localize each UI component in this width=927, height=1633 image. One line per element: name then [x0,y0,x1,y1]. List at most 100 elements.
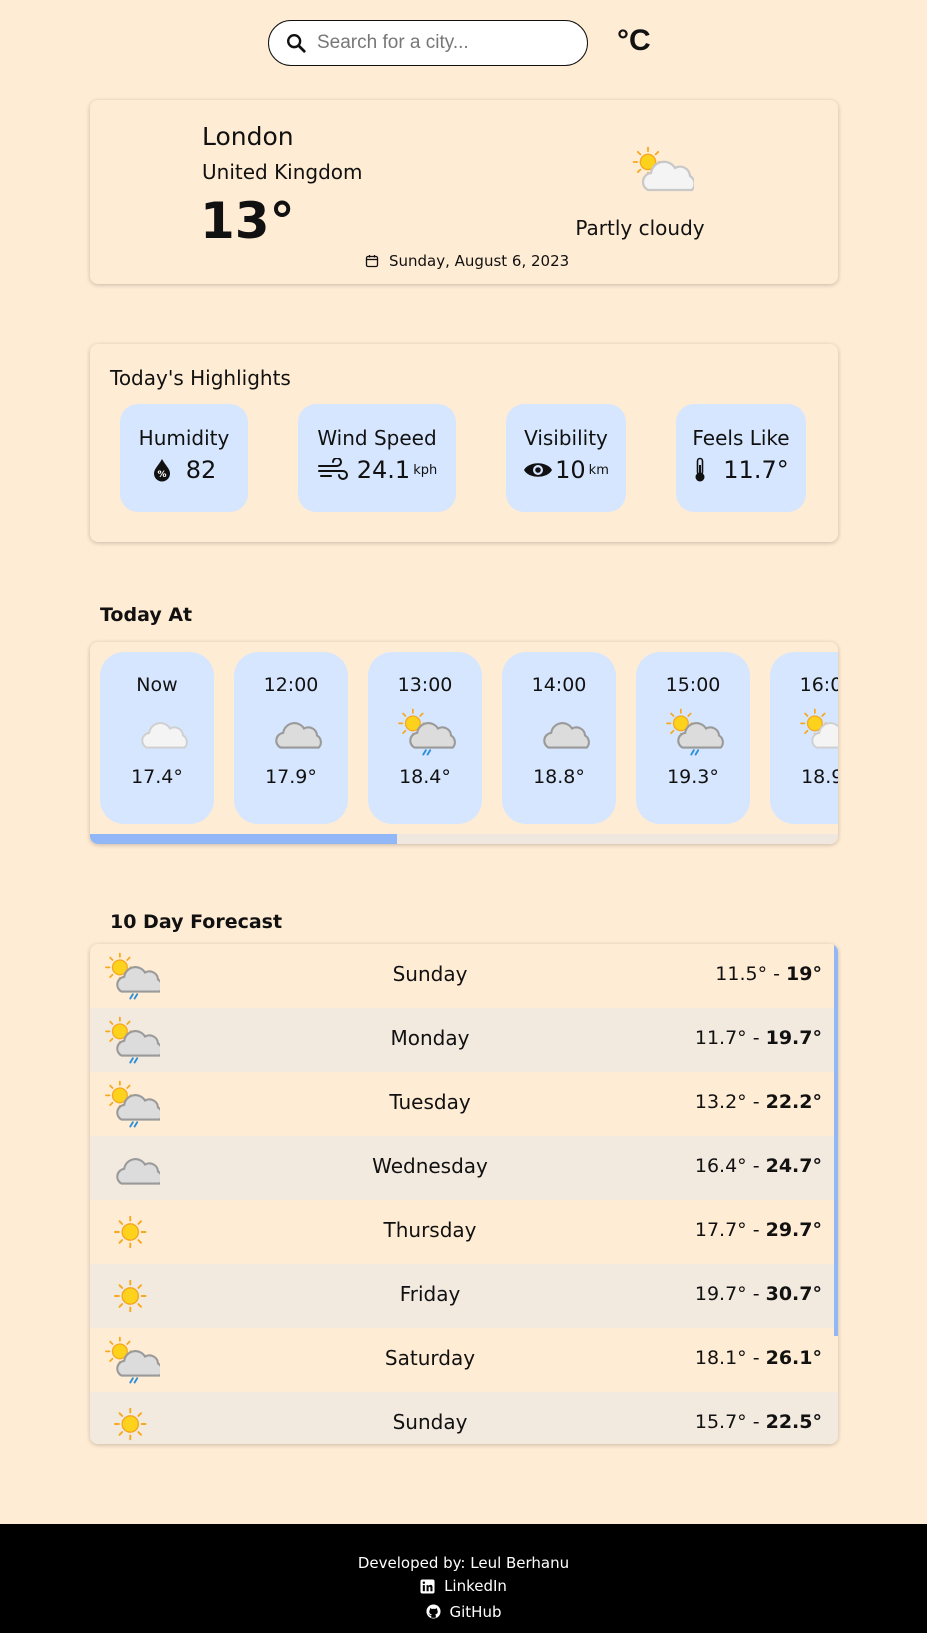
forecast-low: 11.7° [694,1027,747,1049]
forecast-title: 10 Day Forecast [110,911,283,933]
forecast-day: Friday [399,1282,461,1306]
highlights-card: Today's Highlights Humidity % 82 Wind Sp… [90,344,838,542]
hourly-item: 16:00 18.9° [770,652,838,824]
forecast-high: 29.7° [765,1219,822,1241]
forecast-row: Wednesday 16.4° - 24.7° [90,1136,838,1200]
feels-like-value: 11.7° [723,456,789,484]
github-icon [425,1604,441,1619]
hourly-temp: 18.4° [399,766,451,788]
hourly-time: 14:00 [531,674,587,696]
forecast-row: Tuesday 13.2° - 22.2° [90,1072,838,1136]
hourly-temp: 17.4° [131,766,183,788]
calendar-icon [365,255,379,268]
hourly-item: 14:00 18.8° [502,652,616,824]
sun-rain-icon [398,708,456,756]
wind-speed-value: 24.1 [356,456,411,484]
sun-icon [114,1279,147,1313]
partly-cloudy-icon [800,708,838,749]
hourly-time: Now [136,674,178,696]
hourly-temp: 19.3° [667,766,719,788]
search-input[interactable] [317,32,567,54]
overcast-icon [275,722,322,749]
hourly-time: 15:00 [665,674,721,696]
github-link[interactable]: GitHub [425,1603,501,1621]
forecast-low: 18.1° [694,1347,747,1369]
forecast-row: Saturday 18.1° - 26.1° [90,1328,838,1392]
current-date: Sunday, August 6, 2023 [365,252,569,270]
sun-rain-icon [105,1336,163,1384]
overcast-icon [116,1158,163,1185]
forecast-day: Tuesday [389,1090,471,1114]
feels-like-tile: Feels Like 11.7° [676,404,806,512]
hourly-temp: 17.9° [265,766,317,788]
forecast-range: 13.2° - 22.2° [694,1091,822,1113]
hourly-item: Now 17.4° [100,652,214,824]
forecast-high: 22.5° [765,1411,822,1433]
ten-day-forecast-list[interactable]: Sunday 11.5° - 19° Monday 11.7° - 19.7° Tues… [90,944,838,1444]
forecast-day: Wednesday [372,1154,488,1178]
forecast-row: Thursday 17.7° - 29.7° [90,1200,838,1264]
hourly-scrollbar[interactable] [90,834,838,844]
forecast-low: 13.2° [694,1091,747,1113]
humidity-drop-icon: % [153,459,170,482]
linkedin-icon [420,1578,435,1594]
partly-cloudy-icon [632,146,694,192]
date-text: Sunday, August 6, 2023 [389,252,570,270]
visibility-value: 10 [555,456,586,484]
hourly-item: 15:00 19.3° [636,652,750,824]
overcast-icon [543,722,590,749]
forecast-day: Thursday [383,1218,477,1242]
forecast-range: 19.7° - 30.7° [694,1283,822,1305]
hourly-temp: 18.8° [533,766,585,788]
hourly-item: 12:00 17.9° [234,652,348,824]
eye-icon [524,463,553,477]
wind-speed-unit: kph [413,462,438,478]
country-name: United Kingdom [202,160,363,184]
hourly-time: 12:00 [263,674,319,696]
sun-icon [114,1215,147,1249]
forecast-high: 24.7° [765,1155,822,1177]
linkedin-label: LinkedIn [444,1577,507,1595]
thermometer-icon [695,457,705,482]
forecast-row: Sunday 11.5° - 19° [90,944,838,1008]
linkedin-link[interactable]: LinkedIn [420,1577,507,1595]
visibility-label: Visibility [524,426,608,450]
forecast-low: 19.7° [694,1283,747,1305]
unit-toggle-button[interactable]: °C [617,24,651,58]
forecast-low: 15.7° [694,1411,747,1433]
top-bar: °C [268,20,668,66]
sun-rain-icon [105,952,163,1000]
developer-credit: Developed by: Leul Berhanu [357,1554,570,1572]
feels-like-label: Feels Like [692,426,790,450]
forecast-day: Saturday [384,1346,476,1370]
forecast-range: 15.7° - 22.5° [694,1411,822,1433]
cloud-icon [141,722,188,749]
hourly-forecast-strip[interactable]: Now 17.4° 12:00 17.9° 13:00 18.4° 14:00 18.8° 15… [90,642,838,844]
visibility-tile: Visibility 10 km [506,404,626,512]
forecast-row: Monday 11.7° - 19.7° [90,1008,838,1072]
current-weather-card: London United Kingdom 13° Sunday, August… [90,100,838,284]
wind-speed-tile: Wind Speed 24.1 kph [298,404,456,512]
highlights-title: Today's Highlights [110,366,291,390]
forecast-high: 26.1° [765,1347,822,1369]
wind-speed-label: Wind Speed [317,426,437,450]
forecast-day: Monday [390,1026,470,1050]
forecast-low: 16.4° [694,1155,747,1177]
condition-text: Partly cloudy [575,216,705,240]
city-name: London [202,122,294,151]
sun-rain-icon [105,1016,163,1064]
humidity-value: 82 [185,456,217,484]
humidity-label: Humidity [138,426,230,450]
forecast-high: 22.2° [765,1091,822,1113]
forecast-low: 11.5° [715,963,768,985]
today-at-title: Today At [100,604,193,626]
sun-rain-icon [666,708,724,756]
forecast-range: 18.1° - 26.1° [694,1347,822,1369]
svg-text:%: % [157,470,166,480]
hourly-scrollbar-thumb[interactable] [90,834,397,844]
forecast-scrollbar[interactable] [834,944,838,1336]
current-temperature: 13° [200,192,295,250]
search-box[interactable] [268,20,588,66]
forecast-day: Sunday [392,962,468,986]
forecast-low: 17.7° [694,1219,747,1241]
